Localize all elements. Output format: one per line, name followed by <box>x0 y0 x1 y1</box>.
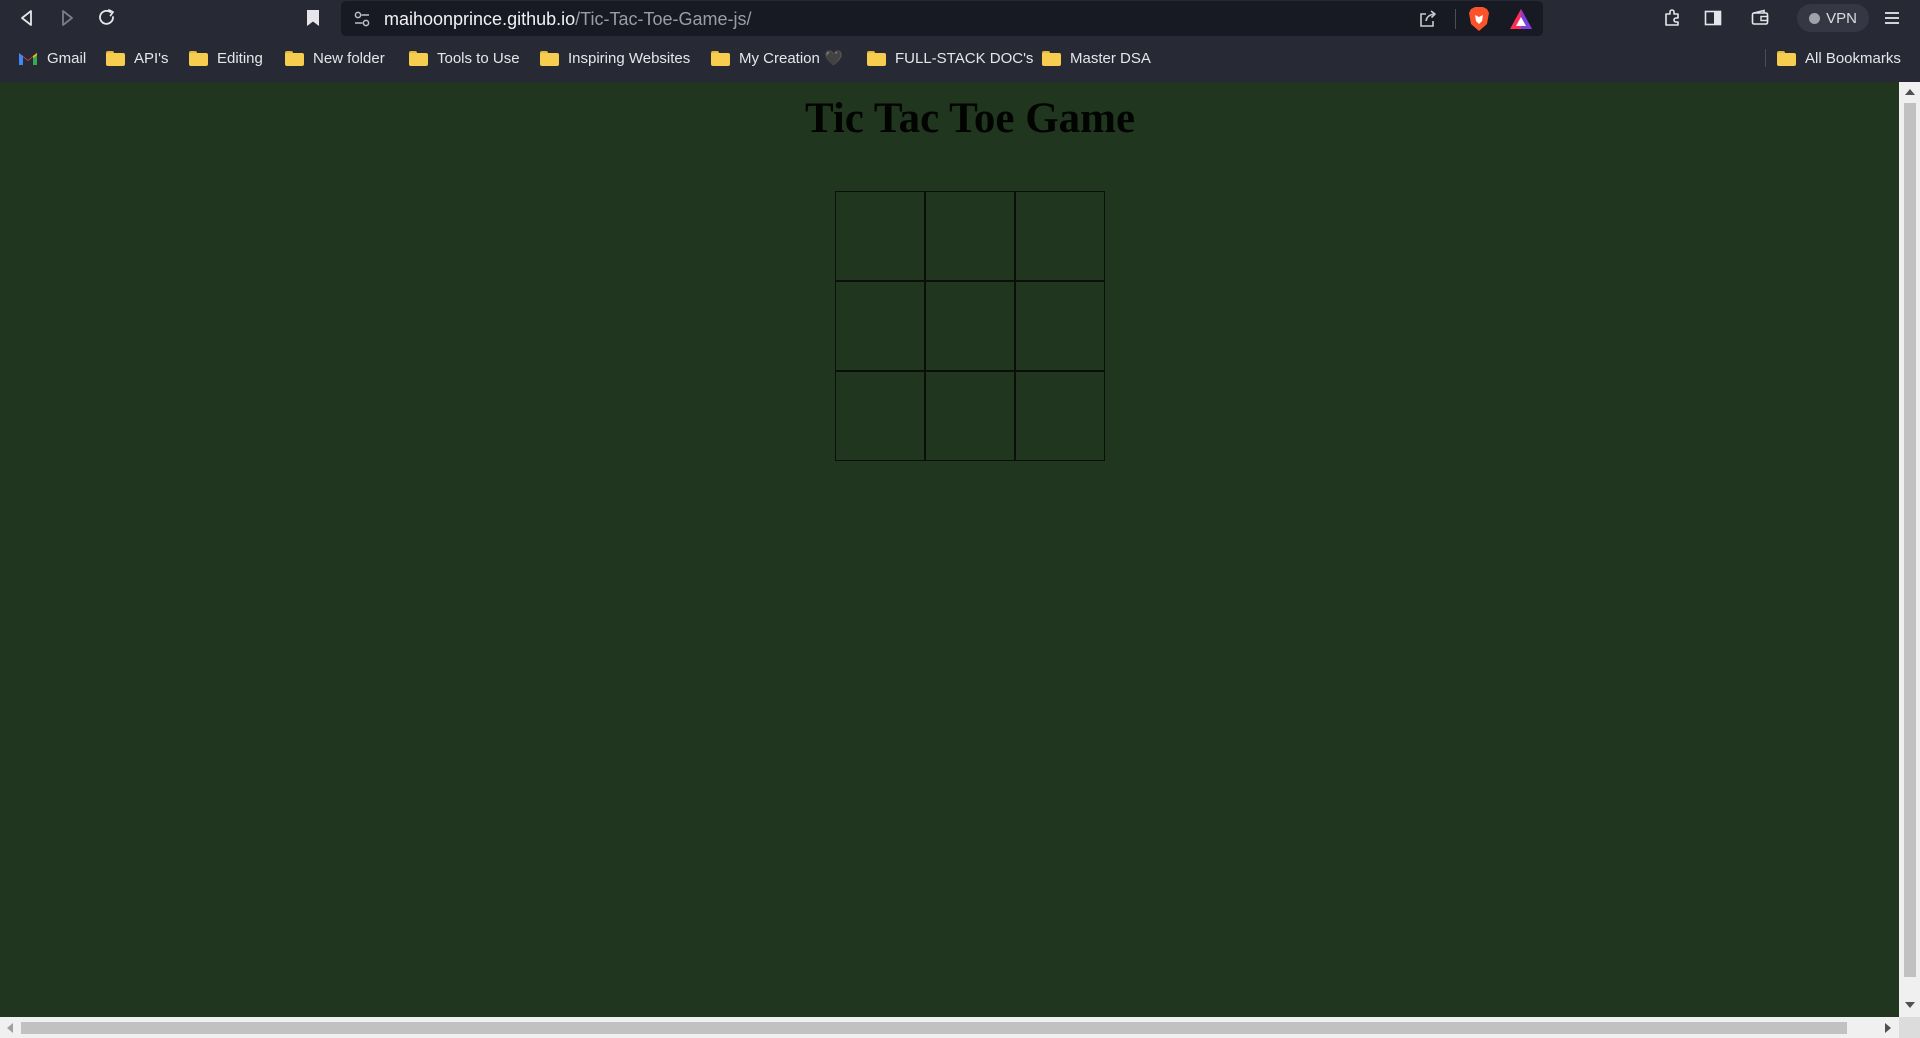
share-icon[interactable] <box>1418 9 1438 29</box>
board-cell-9[interactable] <box>1015 371 1105 461</box>
site-settings-icon[interactable] <box>353 10 371 28</box>
scrollbar-corner <box>1899 1017 1920 1038</box>
forward-button[interactable] <box>51 2 83 34</box>
bookmark-label: Editing <box>217 49 263 67</box>
all-bookmarks-label: All Bookmarks <box>1805 49 1901 67</box>
bookmark-folder-full-stack[interactable]: FULL-STACK DOC's <box>867 44 1033 72</box>
browser-chrome: maihoonprince.github.io/Tic-Tac-Toe-Game… <box>0 0 1920 82</box>
page-viewport: Tic Tac Toe Game <box>0 82 1899 1017</box>
folder-icon <box>540 50 559 66</box>
board-cell-6[interactable] <box>1015 281 1105 371</box>
board-cell-1[interactable] <box>835 191 925 281</box>
url-path: /Tic-Tac-Toe-Game-js/ <box>575 9 752 29</box>
forward-icon <box>62 10 73 26</box>
browser-toolbar: maihoonprince.github.io/Tic-Tac-Toe-Game… <box>0 0 1920 37</box>
folder-icon <box>711 50 730 66</box>
sidebar-icon <box>1704 10 1722 26</box>
address-bar[interactable]: maihoonprince.github.io/Tic-Tac-Toe-Game… <box>341 1 1543 36</box>
bookmark-folder-new-folder[interactable]: New folder <box>285 44 385 72</box>
vpn-button[interactable]: VPN <box>1797 4 1869 32</box>
bookmark-label: Master DSA <box>1070 49 1151 67</box>
bookmark-folder-tools[interactable]: Tools to Use <box>409 44 520 72</box>
board-cell-5[interactable] <box>925 281 1015 371</box>
address-bar-divider <box>1455 9 1456 29</box>
scroll-right-icon[interactable] <box>1885 1023 1891 1033</box>
menu-button[interactable] <box>1876 2 1908 34</box>
board-cell-3[interactable] <box>1015 191 1105 281</box>
folder-icon <box>189 50 208 66</box>
board-cell-2[interactable] <box>925 191 1015 281</box>
horizontal-scrollbar[interactable] <box>0 1017 1899 1038</box>
bookmark-label: FULL-STACK DOC's <box>895 49 1034 67</box>
sidebar-button[interactable] <box>1697 2 1729 34</box>
board-cell-7[interactable] <box>835 371 925 461</box>
bookmark-label: My Creation 🖤 <box>739 50 843 67</box>
bookmark-label: Tools to Use <box>437 49 520 67</box>
menu-icon <box>1885 12 1899 24</box>
vertical-scroll-thumb[interactable] <box>1904 103 1916 977</box>
bookmark-folder-apis[interactable]: API's <box>106 44 169 72</box>
folder-icon <box>106 50 125 66</box>
vertical-scrollbar[interactable] <box>1899 82 1920 1017</box>
reload-button[interactable] <box>91 2 123 34</box>
bookmark-label: New folder <box>313 49 385 67</box>
bookmark-label: API's <box>134 49 169 67</box>
bookmark-folder-my-creation[interactable]: My Creation 🖤 <box>711 44 843 72</box>
url-text[interactable]: maihoonprince.github.io/Tic-Tac-Toe-Game… <box>384 9 752 30</box>
bookmark-icon <box>307 10 319 26</box>
bookmark-gmail[interactable]: Gmail <box>18 44 86 72</box>
wallet-icon <box>1751 9 1769 25</box>
reload-icon <box>99 9 114 25</box>
gmail-icon <box>19 52 37 65</box>
bookmarks-divider <box>1765 49 1766 67</box>
brave-lion-icon[interactable] <box>1467 6 1491 32</box>
vpn-label: VPN <box>1826 9 1857 27</box>
bookmark-page-button[interactable] <box>297 2 329 34</box>
bookmarks-bar: Gmail API's Editing New folder Tools to … <box>0 44 1920 72</box>
folder-icon <box>285 50 304 66</box>
folder-icon <box>1042 50 1061 66</box>
bookmark-folder-inspiring[interactable]: Inspiring Websites <box>540 44 690 72</box>
extensions-icon <box>1665 9 1679 26</box>
horizontal-scroll-thumb[interactable] <box>21 1022 1847 1034</box>
board-cell-4[interactable] <box>835 281 925 371</box>
scroll-up-icon[interactable] <box>1905 89 1915 95</box>
folder-icon <box>409 50 428 66</box>
bookmark-folder-master-dsa[interactable]: Master DSA <box>1042 44 1151 72</box>
brave-rewards-icon[interactable] <box>1509 8 1533 30</box>
folder-icon <box>867 50 886 66</box>
bookmark-label: Inspiring Websites <box>568 49 691 67</box>
wallet-button[interactable] <box>1744 2 1776 34</box>
back-icon <box>21 10 32 26</box>
vpn-status-icon <box>1809 12 1821 24</box>
extensions-button[interactable] <box>1656 2 1688 34</box>
url-host: maihoonprince.github.io <box>384 9 576 29</box>
back-button[interactable] <box>11 2 43 34</box>
board-cell-8[interactable] <box>925 371 1015 461</box>
scroll-down-icon[interactable] <box>1905 1002 1915 1008</box>
bookmark-folder-editing[interactable]: Editing <box>189 44 263 72</box>
all-bookmarks-button[interactable]: All Bookmarks <box>1777 44 1901 72</box>
scroll-left-icon[interactable] <box>7 1023 13 1033</box>
bookmark-label: Gmail <box>47 49 87 67</box>
game-board <box>835 191 1105 461</box>
folder-icon <box>1777 50 1796 66</box>
page-title: Tic Tac Toe Game <box>804 95 1136 142</box>
